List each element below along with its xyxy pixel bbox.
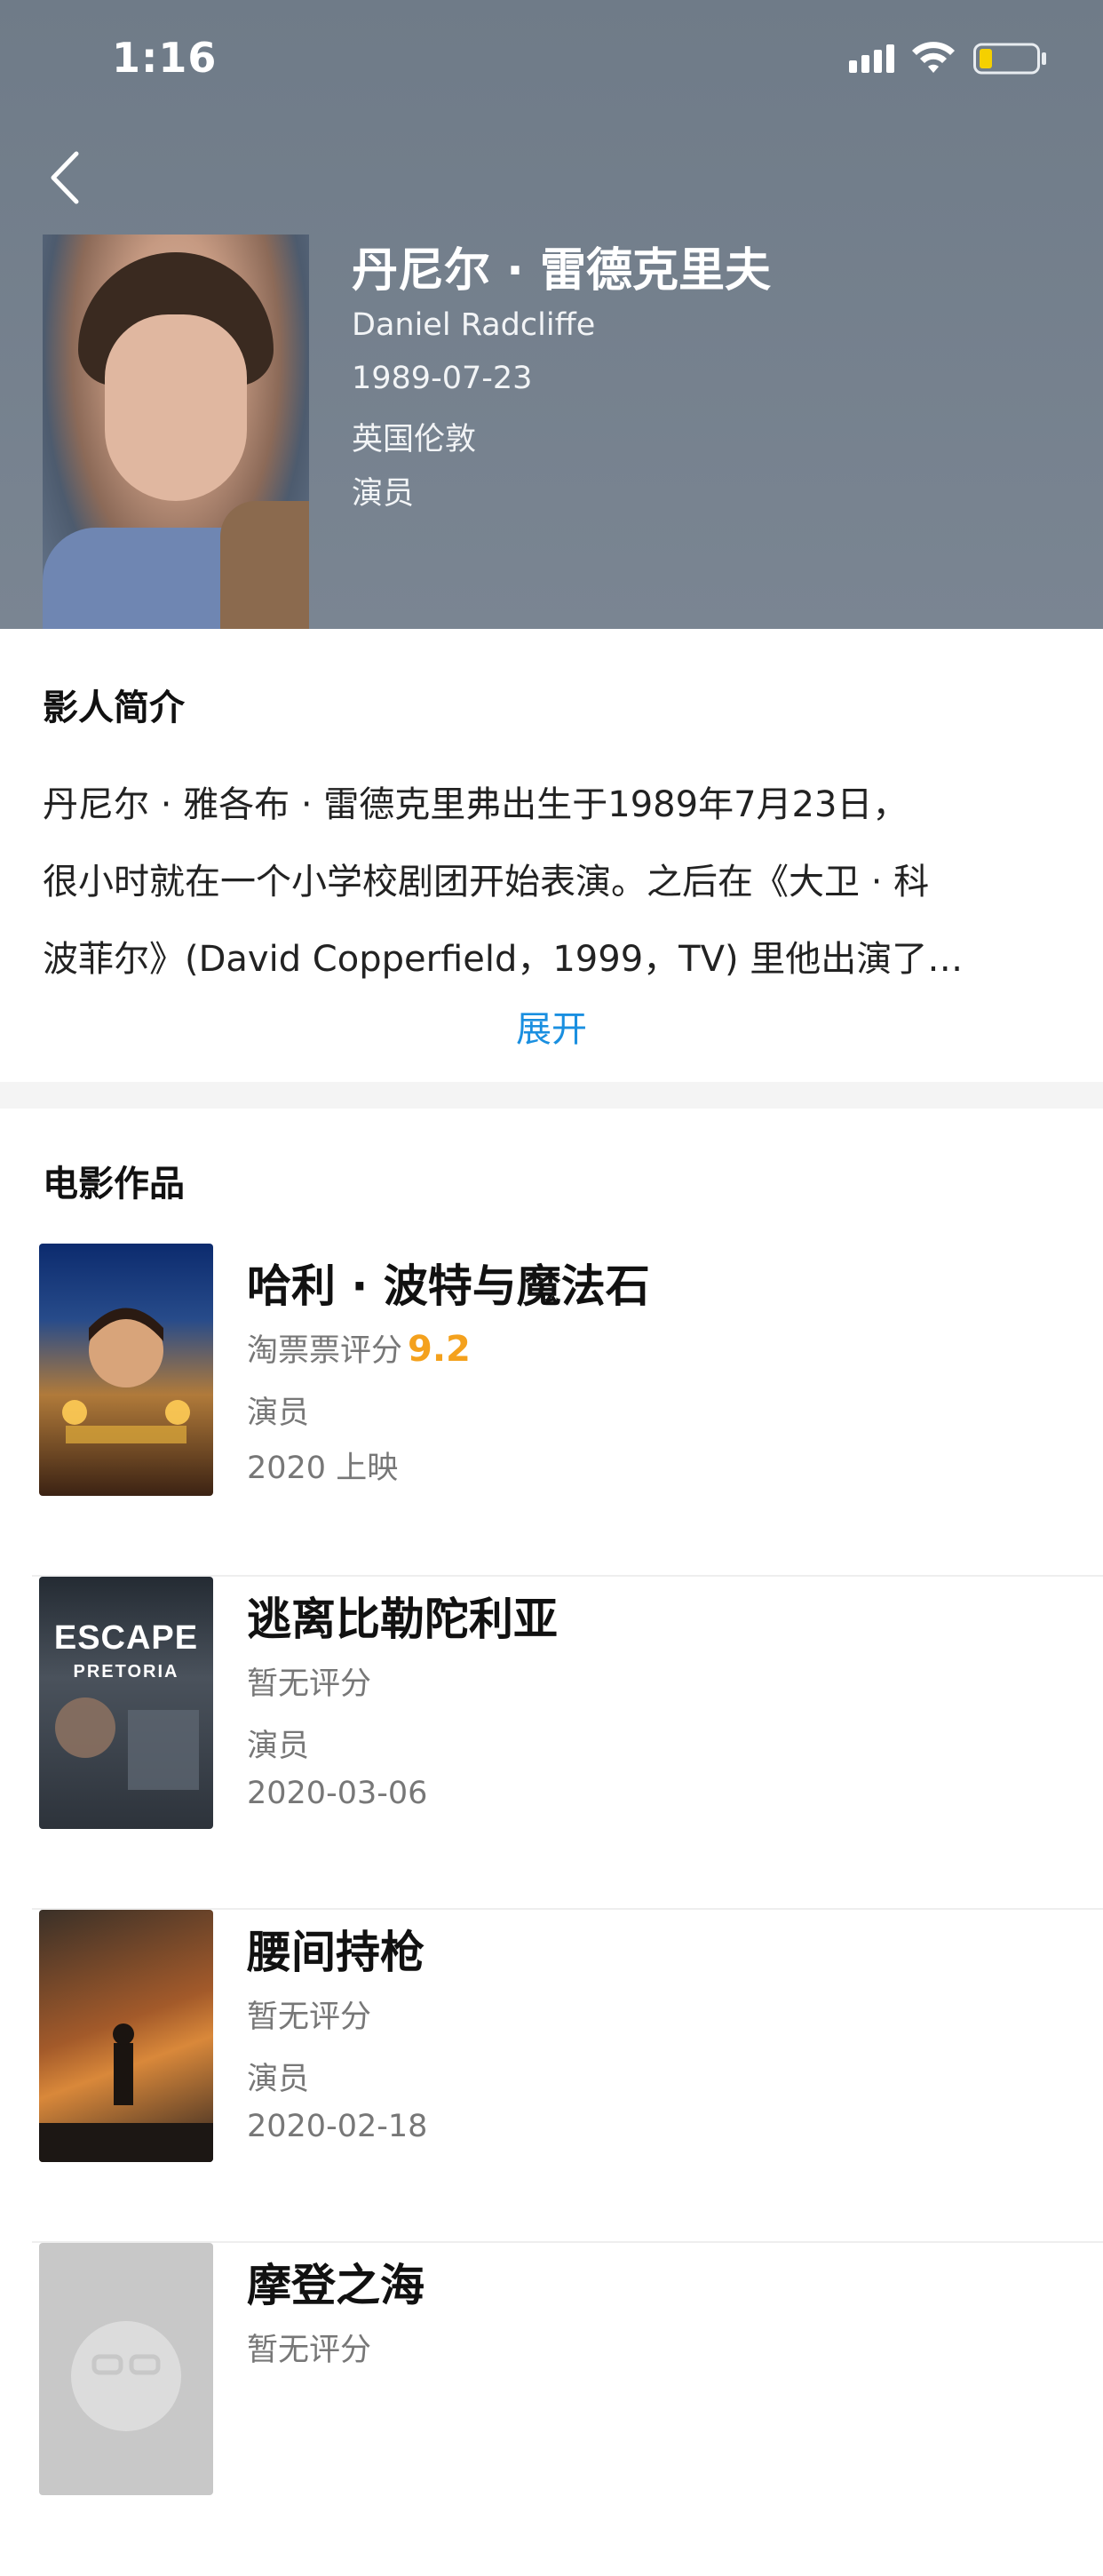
film-date: 2020 上映 (247, 1451, 399, 1486)
film-poster (39, 1244, 213, 1496)
film-title: 腰间持枪 (247, 1927, 425, 1978)
film-item[interactable]: 腰间持枪 暂无评分 演员 2020-02-18 (0, 1910, 1103, 2243)
film-role: 演员 (247, 1729, 310, 1764)
film-item[interactable]: ESCAPE PRETORIA 逃离比勒陀利亚 暂无评分 演员 2020-03-… (0, 1577, 1103, 1910)
placeholder-avatar-icon (71, 2321, 181, 2431)
actor-birth-date: 1989-07-23 (352, 361, 533, 396)
actor-profession: 演员 (352, 476, 415, 512)
actor-portrait (43, 235, 309, 629)
film-rating: 暂无评分 (247, 1658, 371, 1704)
film-poster (39, 1910, 213, 2162)
filmography-section: 电影作品 哈利 · 波特与魔法石 淘票票评分 9.2 演员 2020 上映 ESC… (0, 1109, 1103, 2495)
film-date: 2020-02-18 (247, 2109, 428, 2144)
film-poster-placeholder (39, 2243, 213, 2495)
expand-button[interactable]: 展开 (0, 1000, 1103, 1052)
status-time: 1:16 (112, 34, 218, 82)
intro-line: 很小时就在一个小学校剧团开始表演。之后在《大卫 · 科 (43, 862, 930, 902)
intro-section: 影人简介 丹尼尔 · 雅各布 · 雷德克里弗出生于1989年7月23日， 很小时… (0, 629, 1103, 1082)
film-item[interactable]: 哈利 · 波特与魔法石 淘票票评分 9.2 演员 2020 上映 (0, 1244, 1103, 1577)
rating-label: 暂无评分 (247, 2000, 372, 2035)
actor-name-cn: 丹尼尔 · 雷德克里夫 (352, 244, 771, 298)
film-rating: 淘票票评分 9.2 (247, 1325, 471, 1371)
filmography-title: 电影作品 (43, 1164, 185, 1205)
battery-icon (973, 43, 1046, 75)
film-title: 摩登之海 (247, 2260, 425, 2311)
status-bar: 1:16 (0, 0, 1103, 117)
film-role: 演员 (247, 2062, 310, 2097)
actor-birthplace: 英国伦敦 (352, 422, 477, 457)
film-title: 逃离比勒陀利亚 (247, 1594, 558, 1645)
film-title: 哈利 · 波特与魔法石 (247, 1260, 650, 1312)
section-divider (0, 1082, 1103, 1109)
rating-label: 淘票票评分 (247, 1333, 403, 1369)
film-rating: 暂无评分 (247, 1992, 371, 2037)
film-rating: 暂无评分 (247, 2325, 371, 2370)
intro-title: 影人简介 (43, 688, 185, 728)
back-arrow-icon[interactable] (43, 147, 87, 209)
film-role: 演员 (247, 1395, 310, 1431)
rating-label: 暂无评分 (247, 1666, 372, 1702)
film-poster: ESCAPE PRETORIA (39, 1577, 213, 1829)
wifi-icon (912, 42, 955, 73)
film-item[interactable]: 摩登之海 暂无评分 (0, 2243, 1103, 2576)
rating-score: 9.2 (408, 1329, 471, 1370)
intro-line: 波菲尔》(David Copperfield，1999，TV) 里他出演了… (43, 939, 964, 980)
intro-text: 丹尼尔 · 雅各布 · 雷德克里弗出生于1989年7月23日， 很小时就在一个小… (43, 767, 1060, 998)
actor-name-en: Daniel Radcliffe (352, 307, 596, 343)
intro-line: 丹尼尔 · 雅各布 · 雷德克里弗出生于1989年7月23日， (43, 784, 909, 825)
actor-header: 1:16 丹尼尔 · 雷德克里夫 Daniel Radcliffe 1989-0… (0, 0, 1103, 629)
cellular-signal-icon (849, 44, 894, 73)
rating-label: 暂无评分 (247, 2333, 372, 2368)
film-date: 2020-03-06 (247, 1776, 428, 1811)
